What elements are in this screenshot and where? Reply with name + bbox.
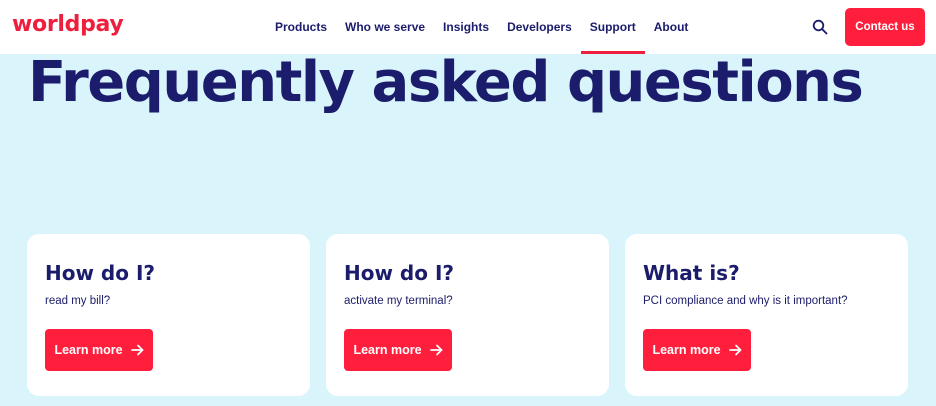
nav-item-about[interactable]: About bbox=[654, 0, 689, 54]
search-button[interactable] bbox=[808, 15, 832, 39]
learn-more-label: Learn more bbox=[652, 343, 721, 357]
nav-item-support[interactable]: Support bbox=[580, 0, 645, 54]
site-header: worldpay Products Who we serve Insights … bbox=[0, 0, 936, 54]
learn-more-label: Learn more bbox=[353, 343, 422, 357]
card-title: How do I? bbox=[45, 261, 155, 285]
faq-card: How do I? read my bill? Learn more bbox=[27, 234, 310, 396]
arrow-right-icon bbox=[429, 344, 442, 356]
learn-more-button[interactable]: Learn more bbox=[643, 329, 751, 371]
card-title: How do I? bbox=[344, 261, 454, 285]
nav-item-who-we-serve[interactable]: Who we serve bbox=[345, 0, 425, 54]
arrow-right-icon bbox=[728, 344, 741, 356]
learn-more-label: Learn more bbox=[54, 343, 123, 357]
main-nav: Products Who we serve Insights Developer… bbox=[266, 0, 697, 54]
faq-card: How do I? activate my terminal? Learn mo… bbox=[326, 234, 609, 396]
nav-item-insights[interactable]: Insights bbox=[443, 0, 489, 54]
contact-us-button[interactable]: Contact us bbox=[845, 8, 925, 46]
faq-card: What is? PCI compliance and why is it im… bbox=[625, 234, 908, 396]
card-title: What is? bbox=[643, 261, 740, 285]
nav-item-products[interactable]: Products bbox=[275, 0, 327, 54]
arrow-right-icon bbox=[130, 344, 143, 356]
search-icon bbox=[812, 19, 828, 35]
learn-more-button[interactable]: Learn more bbox=[344, 329, 452, 371]
learn-more-button[interactable]: Learn more bbox=[45, 329, 153, 371]
card-text: PCI compliance and why is it important? bbox=[643, 295, 848, 307]
worldpay-logo[interactable]: worldpay bbox=[12, 12, 124, 37]
nav-item-developers[interactable]: Developers bbox=[507, 0, 572, 54]
page-title: Frequently asked questions bbox=[28, 50, 864, 115]
card-text: read my bill? bbox=[45, 295, 111, 307]
card-text: activate my terminal? bbox=[344, 295, 453, 307]
